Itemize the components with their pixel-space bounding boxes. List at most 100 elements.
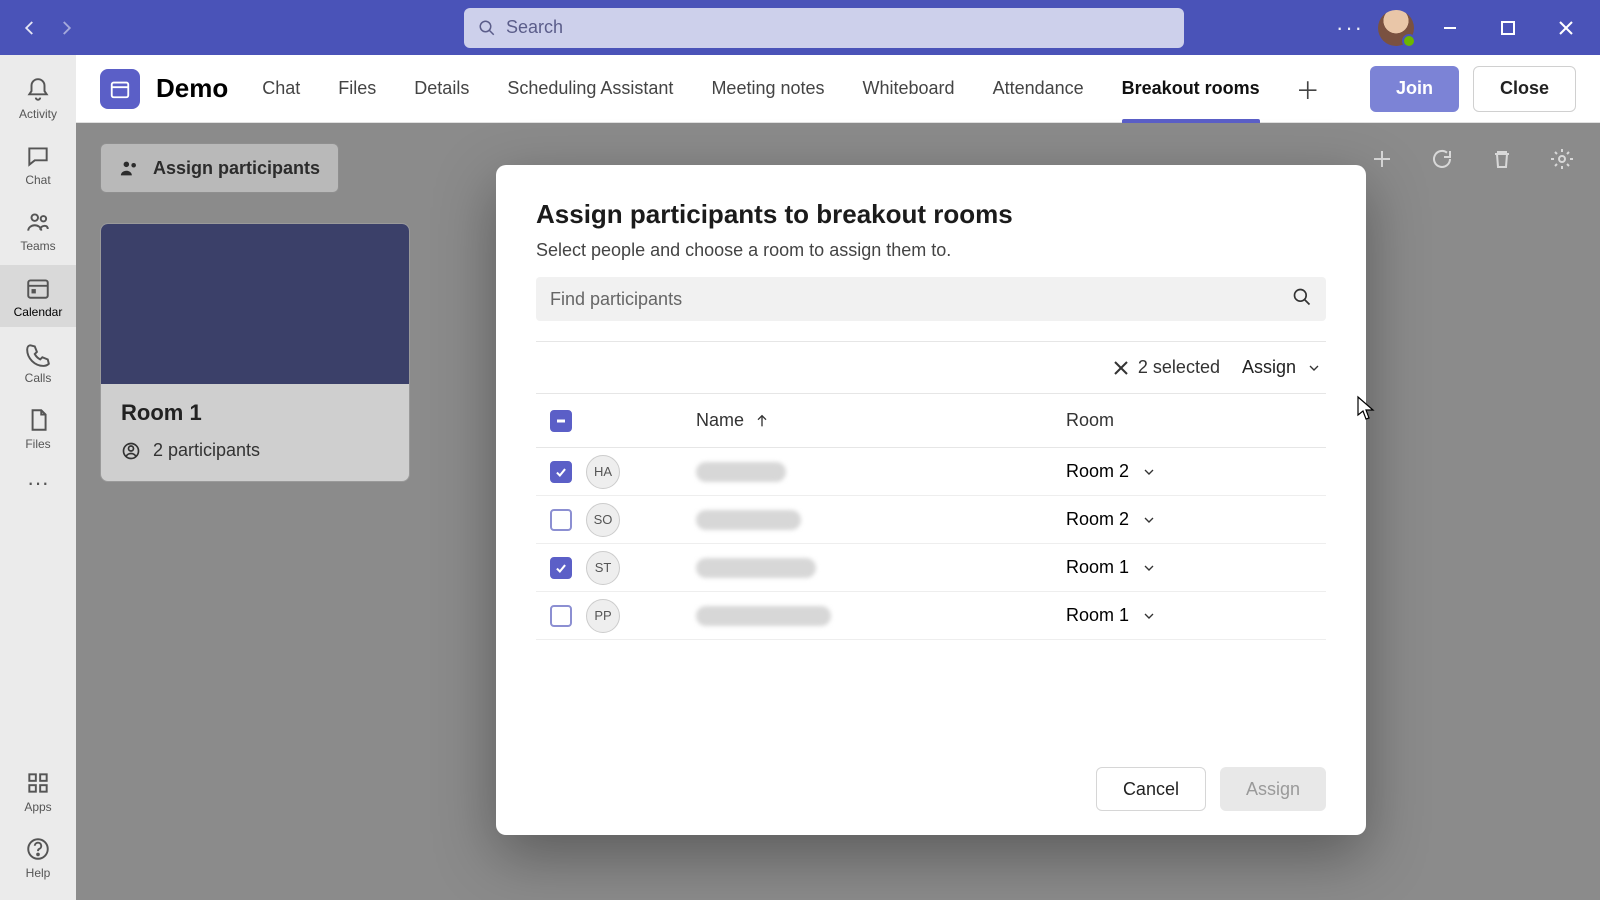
search-placeholder: Find participants xyxy=(550,289,682,310)
rail-label: Help xyxy=(26,866,51,880)
rail-label: Teams xyxy=(20,239,55,253)
rail-label: Chat xyxy=(25,173,50,187)
forward-button[interactable] xyxy=(48,10,84,46)
tab-meeting-notes[interactable]: Meeting notes xyxy=(697,55,838,123)
meeting-title: Demo xyxy=(156,73,228,104)
column-name-header[interactable]: Name xyxy=(696,410,1066,431)
delete-rooms-button[interactable] xyxy=(1488,145,1516,173)
meeting-icon xyxy=(100,69,140,109)
participant-name-redacted xyxy=(696,510,801,530)
room-card[interactable]: Room 1 2 participants xyxy=(100,223,410,482)
cursor-icon xyxy=(1356,395,1376,421)
close-button[interactable]: Close xyxy=(1473,66,1576,112)
rooms-toolbar xyxy=(1368,145,1576,173)
rail-label: Activity xyxy=(19,107,57,121)
rail-calendar[interactable]: Calendar xyxy=(0,265,76,327)
sort-asc-icon xyxy=(754,413,770,429)
participant-checkbox[interactable] xyxy=(550,461,572,483)
file-icon xyxy=(25,407,51,433)
tab-files[interactable]: Files xyxy=(324,55,390,123)
meeting-tabbar: Demo Chat Files Details Scheduling Assis… xyxy=(76,55,1600,123)
participant-name-redacted xyxy=(696,462,786,482)
tab-details[interactable]: Details xyxy=(400,55,483,123)
maximize-button[interactable] xyxy=(1486,10,1530,46)
participant-room-dropdown[interactable]: Room 1 xyxy=(1066,605,1326,626)
cancel-button[interactable]: Cancel xyxy=(1096,767,1206,811)
assign-button-disabled: Assign xyxy=(1220,767,1326,811)
app-rail: Activity Chat Teams Calendar Calls Files… xyxy=(0,55,76,900)
room-participant-count: 2 participants xyxy=(153,440,260,461)
participants-icon xyxy=(121,441,141,461)
join-button[interactable]: Join xyxy=(1370,66,1459,112)
participant-row: SORoom 2 xyxy=(536,496,1326,544)
tab-attendance[interactable]: Attendance xyxy=(979,55,1098,123)
select-all-checkbox[interactable] xyxy=(550,410,572,432)
participant-room-dropdown[interactable]: Room 1 xyxy=(1066,557,1326,578)
rail-activity[interactable]: Activity xyxy=(0,67,76,129)
titlebar: Search ··· xyxy=(0,0,1600,55)
phone-icon xyxy=(25,341,51,367)
chevron-down-icon xyxy=(1306,360,1322,376)
recreate-rooms-button[interactable] xyxy=(1428,145,1456,173)
people-icon xyxy=(119,157,141,179)
tab-breakout-rooms[interactable]: Breakout rooms xyxy=(1108,55,1274,123)
modal-subtitle: Select people and choose a room to assig… xyxy=(536,240,1326,261)
participant-avatar: PP xyxy=(586,599,620,633)
more-options-button[interactable]: ··· xyxy=(1336,15,1364,41)
assign-participants-button[interactable]: Assign participants xyxy=(100,143,339,193)
rail-teams[interactable]: Teams xyxy=(0,199,76,261)
room-settings-button[interactable] xyxy=(1548,145,1576,173)
rail-chat[interactable]: Chat xyxy=(0,133,76,195)
tab-chat[interactable]: Chat xyxy=(248,55,314,123)
rail-help[interactable]: Help xyxy=(0,826,76,888)
assign-dropdown-label: Assign xyxy=(1242,357,1296,378)
user-avatar[interactable] xyxy=(1378,10,1414,46)
tab-whiteboard[interactable]: Whiteboard xyxy=(849,55,969,123)
clear-selection-button[interactable]: 2 selected xyxy=(1112,357,1220,378)
rail-apps[interactable]: Apps xyxy=(0,760,76,822)
breakout-rooms-panel: Assign participants Room 1 2 participant… xyxy=(76,123,1600,900)
bell-icon xyxy=(25,77,51,103)
assign-dropdown[interactable]: Assign xyxy=(1242,357,1322,378)
tab-scheduling-assistant[interactable]: Scheduling Assistant xyxy=(493,55,687,123)
participant-name-redacted xyxy=(696,558,816,578)
participant-room-label: Room 2 xyxy=(1066,461,1129,482)
participant-row: HA Room 2 xyxy=(536,448,1326,496)
search-icon xyxy=(1282,287,1312,312)
back-button[interactable] xyxy=(12,10,48,46)
add-tab-button[interactable]: ＋ xyxy=(1288,69,1328,109)
search-placeholder: Search xyxy=(506,17,563,38)
participants-table-header: Name Room xyxy=(536,394,1326,448)
search-icon xyxy=(478,19,496,37)
participant-checkbox[interactable] xyxy=(550,557,572,579)
rail-label: Apps xyxy=(24,800,51,814)
modal-title: Assign participants to breakout rooms xyxy=(536,199,1326,230)
participant-room-label: Room 1 xyxy=(1066,557,1129,578)
chevron-down-icon xyxy=(1141,560,1157,576)
global-search-input[interactable]: Search xyxy=(464,8,1184,48)
assign-participants-label: Assign participants xyxy=(153,158,320,179)
participant-avatar: ST xyxy=(586,551,620,585)
add-room-button[interactable] xyxy=(1368,145,1396,173)
close-window-button[interactable] xyxy=(1544,10,1588,46)
chevron-down-icon xyxy=(1141,512,1157,528)
participant-room-dropdown[interactable]: Room 2 xyxy=(1066,509,1326,530)
participant-row: ST Room 1 xyxy=(536,544,1326,592)
apps-icon xyxy=(25,770,51,796)
close-icon xyxy=(1112,359,1130,377)
participant-checkbox[interactable] xyxy=(550,605,572,627)
participant-checkbox[interactable] xyxy=(550,509,572,531)
participant-room-dropdown[interactable]: Room 2 xyxy=(1066,461,1326,482)
find-participants-input[interactable]: Find participants xyxy=(536,277,1326,321)
selected-count-label: 2 selected xyxy=(1138,357,1220,378)
participants-table-body: HARoom 2SORoom 2STRoom 1PPRoom 1 xyxy=(536,448,1326,640)
rail-more[interactable]: ··· xyxy=(0,463,76,503)
participant-avatar: HA xyxy=(586,455,620,489)
participant-room-label: Room 2 xyxy=(1066,509,1129,530)
minimize-button[interactable] xyxy=(1428,10,1472,46)
rail-calls[interactable]: Calls xyxy=(0,331,76,393)
chat-icon xyxy=(25,143,51,169)
calendar-icon xyxy=(25,275,51,301)
column-room-header[interactable]: Room xyxy=(1066,410,1326,431)
rail-files[interactable]: Files xyxy=(0,397,76,459)
